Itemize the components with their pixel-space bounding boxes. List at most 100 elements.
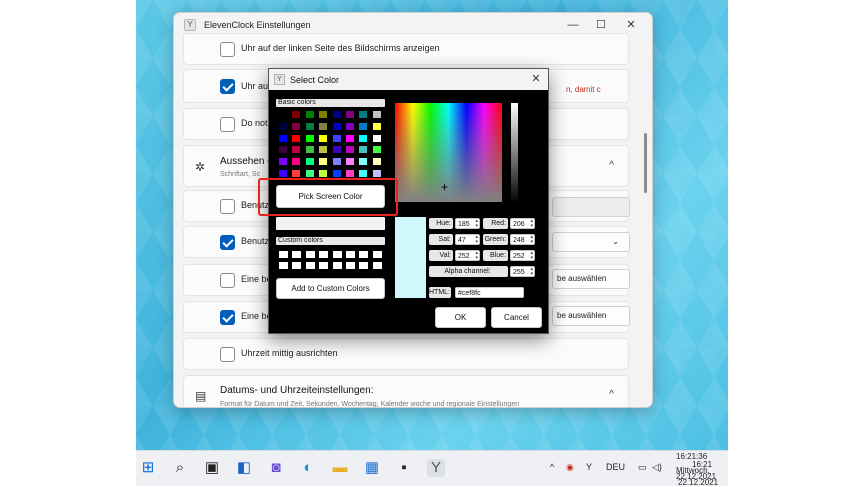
volume-icon[interactable]: ◁)	[652, 462, 662, 473]
custom-color-swatch[interactable]	[279, 251, 288, 258]
checkbox-checked[interactable]	[220, 235, 235, 250]
add-custom-colors-button[interactable]: Add to Custom Colors	[276, 278, 385, 299]
basic-color-swatch[interactable]	[346, 111, 354, 118]
basic-color-swatch[interactable]	[372, 122, 381, 130]
basic-color-swatch[interactable]	[359, 158, 368, 166]
basic-color-swatch[interactable]	[332, 170, 341, 177]
hue-input[interactable]: 185 ▴ ▾	[455, 218, 480, 229]
basic-color-swatch[interactable]	[359, 170, 368, 177]
basic-color-swatch[interactable]	[359, 146, 368, 154]
custom-color-swatch[interactable]	[332, 251, 342, 258]
tray-app-icon[interactable]: ◉	[566, 462, 574, 473]
basic-color-swatch[interactable]	[372, 158, 381, 166]
basic-color-swatch[interactable]	[319, 111, 328, 118]
custom-color-swatch[interactable]	[319, 262, 329, 269]
blue-input[interactable]: 252 ▴ ▾	[510, 250, 535, 261]
cancel-button[interactable]: Cancel	[491, 307, 542, 328]
val-input[interactable]: 252 ▴ ▾	[455, 250, 480, 261]
basic-color-swatch[interactable]	[319, 134, 328, 142]
basic-color-swatch[interactable]	[292, 122, 301, 130]
chat-icon[interactable]: ◙	[267, 459, 285, 477]
basic-color-swatch[interactable]	[359, 134, 368, 142]
basic-color-swatch[interactable]	[305, 111, 314, 118]
basic-color-swatch[interactable]	[346, 134, 354, 142]
custom-color-swatch[interactable]	[279, 262, 288, 269]
alpha-input[interactable]: 255 ▴ ▾	[510, 266, 535, 277]
checkbox-checked[interactable]	[220, 310, 235, 325]
basic-color-swatch[interactable]	[279, 122, 287, 130]
basic-color-swatch[interactable]	[332, 158, 341, 166]
scrollbar-thumb[interactable]	[644, 133, 647, 193]
setting-row-center-clock[interactable]: Uhrzeit mittig ausrichten	[183, 338, 629, 370]
search-icon[interactable]: ⌕	[171, 459, 189, 477]
custom-color-swatch[interactable]	[359, 251, 369, 258]
maximize-button[interactable]: ☐	[590, 17, 612, 33]
choose-color-button-2[interactable]: be auswählen	[552, 306, 630, 326]
basic-color-swatch[interactable]	[332, 146, 341, 154]
checkbox[interactable]	[220, 347, 235, 362]
luminance-slider[interactable]	[511, 103, 518, 203]
chevron-up-icon[interactable]: ^	[609, 389, 614, 400]
custom-color-swatch[interactable]	[305, 251, 315, 258]
basic-color-swatch[interactable]	[279, 146, 287, 154]
basic-color-swatch[interactable]	[372, 170, 381, 177]
tray-chevron-icon[interactable]: ^	[550, 462, 554, 472]
monitor-icon[interactable]: ▭	[638, 462, 647, 473]
basic-color-swatch[interactable]	[346, 122, 354, 130]
custom-color-swatch[interactable]	[359, 262, 369, 269]
edge-icon[interactable]: ◐	[299, 459, 317, 477]
basic-color-swatch[interactable]	[372, 111, 381, 118]
custom-color-swatch[interactable]	[332, 262, 342, 269]
terminal-icon[interactable]: ▪	[395, 459, 413, 477]
basic-color-swatch[interactable]	[305, 122, 314, 130]
checkbox[interactable]	[220, 117, 235, 132]
basic-color-swatch[interactable]	[292, 146, 301, 154]
basic-color-swatch[interactable]	[359, 111, 368, 118]
basic-color-swatch[interactable]	[319, 158, 328, 166]
basic-color-swatch[interactable]	[292, 170, 301, 177]
elevenclock-icon[interactable]: Y	[427, 459, 445, 477]
setting-row-left-side[interactable]: Uhr auf der linken Seite des Bildschirms…	[183, 33, 629, 65]
custom-color-swatch[interactable]	[372, 262, 382, 269]
basic-color-swatch[interactable]	[319, 170, 328, 177]
html-input[interactable]: #cef8fc	[455, 287, 524, 298]
custom-color-swatch[interactable]	[346, 262, 355, 269]
basic-color-swatch[interactable]	[346, 170, 354, 177]
basic-color-swatch[interactable]	[292, 134, 301, 142]
custom-color-swatch[interactable]	[305, 262, 315, 269]
checkbox[interactable]	[220, 42, 235, 57]
color-spectrum[interactable]	[395, 103, 502, 202]
basic-color-swatch[interactable]	[346, 146, 354, 154]
basic-color-swatch[interactable]	[319, 122, 328, 130]
green-input[interactable]: 248 ▴ ▾	[510, 234, 535, 245]
basic-color-swatch[interactable]	[372, 146, 381, 154]
checkbox-checked[interactable]	[220, 79, 235, 94]
basic-color-swatch[interactable]	[332, 111, 341, 118]
basic-color-swatch[interactable]	[292, 158, 301, 166]
task-view-icon[interactable]: ▣	[203, 459, 221, 477]
basic-color-swatch[interactable]	[279, 111, 287, 118]
custom-color-swatch[interactable]	[292, 262, 302, 269]
ok-button[interactable]: OK	[435, 307, 486, 328]
dialog-close-button[interactable]: ✕	[529, 72, 543, 86]
store-icon[interactable]: ▦	[363, 459, 381, 477]
basic-color-swatch[interactable]	[279, 170, 287, 177]
minimize-button[interactable]: —	[562, 17, 584, 33]
language-indicator[interactable]: DEU	[606, 462, 625, 472]
checkbox[interactable]	[220, 199, 235, 214]
basic-color-swatch[interactable]	[319, 146, 328, 154]
red-input[interactable]: 206 ▴ ▾	[510, 218, 535, 229]
basic-color-swatch[interactable]	[332, 122, 341, 130]
custom-color-swatch[interactable]	[319, 251, 329, 258]
elevenclock-tray-icon[interactable]: Y	[586, 462, 592, 472]
basic-color-swatch[interactable]	[332, 134, 341, 142]
basic-color-swatch[interactable]	[292, 111, 301, 118]
datetime-section-header[interactable]: ▤ Datums- und Uhrzeiteinstellungen: Form…	[183, 375, 629, 407]
basic-color-swatch[interactable]	[305, 170, 314, 177]
basic-color-swatch[interactable]	[305, 146, 314, 154]
dropdown[interactable]: ⌄	[552, 232, 630, 252]
widgets-icon[interactable]: ◧	[235, 459, 253, 477]
custom-color-swatch[interactable]	[292, 251, 302, 258]
close-button[interactable]: ✕	[620, 17, 642, 33]
basic-color-swatch[interactable]	[279, 134, 287, 142]
